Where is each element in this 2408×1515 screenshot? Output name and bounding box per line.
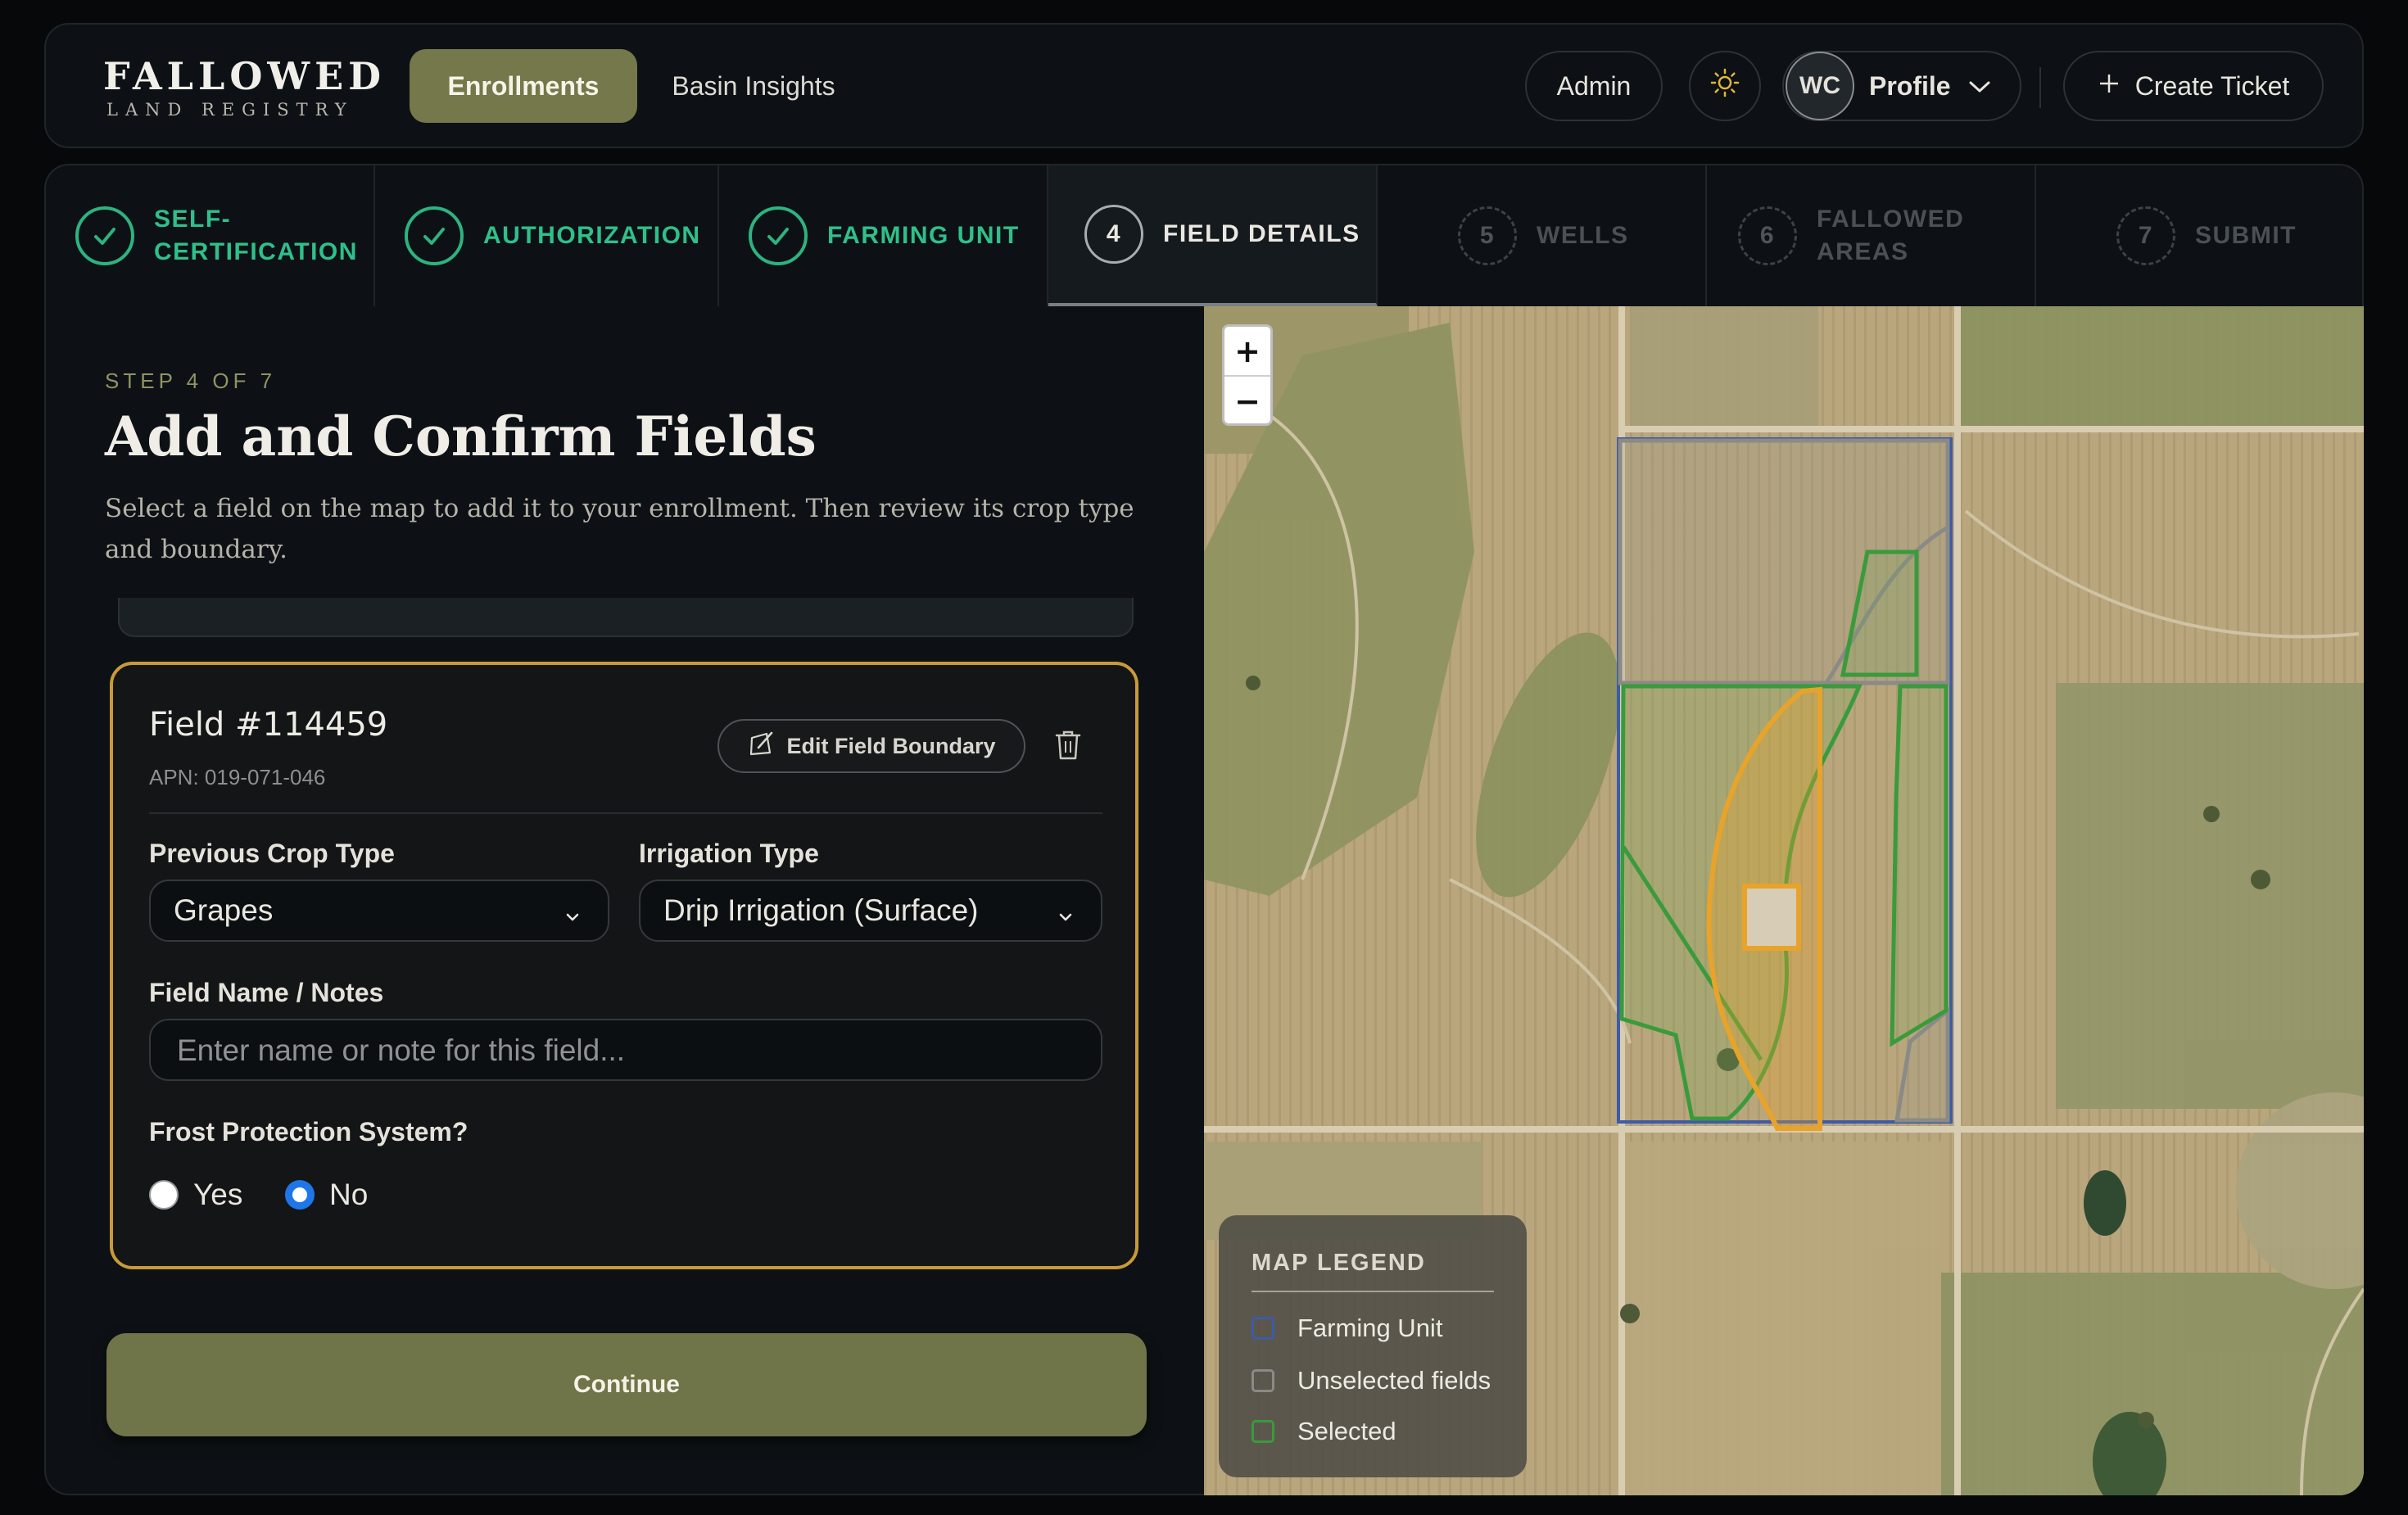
previous-field-card[interactable] (118, 598, 1134, 637)
step-number: 7 (2116, 206, 2175, 265)
zoom-in-button[interactable]: + (1224, 327, 1270, 375)
frost-yes-label: Yes (193, 1178, 243, 1211)
step-farming-unit[interactable]: FARMING UNIT (719, 165, 1048, 306)
plus-icon (2098, 71, 2121, 102)
radio-circle (149, 1180, 179, 1210)
create-ticket-label: Create Ticket (2134, 70, 2290, 101)
frost-no-radio[interactable]: No (285, 1178, 368, 1212)
step-fallowed-areas[interactable]: 6 FALLOWED AREAS (1707, 165, 2036, 306)
legend-divider (1252, 1291, 1494, 1292)
field-card: Field #114459 APN: 019-071-046 Edit Fiel… (110, 662, 1138, 1269)
step-label: FIELD DETAILS (1163, 220, 1360, 247)
field-notes-label: Field Name / Notes (149, 978, 384, 1007)
legend-item-selected: Selected (1252, 1417, 1396, 1446)
nav-basin-insights[interactable]: Basin Insights (655, 49, 852, 123)
map-legend: MAP LEGEND Farming Unit Unselected field… (1219, 1215, 1527, 1477)
trash-icon[interactable] (1053, 729, 1083, 765)
legend-swatch (1252, 1317, 1274, 1340)
irrigation-type-label: Irrigation Type (639, 839, 819, 868)
step-label: FALLOWED AREAS (1817, 206, 1965, 265)
step-label: SELF- CERTIFICATION (154, 206, 358, 265)
step-wells[interactable]: 5 WELLS (1378, 165, 1707, 306)
edit-field-boundary-label: Edit Field Boundary (786, 733, 996, 758)
crop-type-label: Previous Crop Type (149, 839, 395, 868)
step-label: WELLS (1537, 222, 1629, 249)
check-circle-icon (75, 206, 134, 265)
nav-enrollments[interactable]: Enrollments (410, 49, 637, 123)
step-kicker: STEP 4 OF 7 (105, 369, 277, 393)
legend-swatch (1252, 1420, 1274, 1443)
crop-type-select[interactable]: Grapes (149, 880, 609, 942)
step-self-certification[interactable]: SELF- CERTIFICATION (46, 165, 375, 306)
legend-label: Selected (1297, 1417, 1396, 1445)
step-authorization[interactable]: AUTHORIZATION (375, 165, 719, 306)
top-header: FALLOWED LAND REGISTRY Enrollments Basin… (44, 23, 2364, 148)
step-number: 4 (1084, 205, 1143, 264)
sun-icon (1710, 68, 1740, 104)
field-notes-input[interactable] (149, 1019, 1102, 1081)
satellite-map[interactable]: + − MAP LEGEND Farming Unit Unselected f… (1204, 306, 2364, 1495)
check-circle-icon (749, 206, 808, 265)
check-circle-icon (405, 206, 464, 265)
step-number: 6 (1738, 206, 1797, 265)
radio-circle-selected (285, 1180, 315, 1210)
admin-button[interactable]: Admin (1525, 51, 1663, 121)
legend-title: MAP LEGEND (1252, 1250, 1426, 1276)
step-label: FARMING UNIT (827, 222, 1020, 249)
continue-button[interactable]: Continue (106, 1333, 1147, 1436)
step-field-details[interactable]: 4 FIELD DETAILS (1048, 165, 1378, 306)
edit-polygon-icon (747, 730, 775, 763)
theme-toggle-button[interactable] (1689, 51, 1761, 121)
profile-label: Profile (1869, 70, 1951, 101)
profile-menu-button[interactable]: WC Profile (1782, 51, 2021, 121)
frost-yes-radio[interactable]: Yes (149, 1178, 242, 1212)
chevron-down-icon (1055, 901, 1076, 935)
page-title: Add and Confirm Fields (105, 405, 817, 468)
header-divider (2039, 67, 2041, 108)
step-label: AUTHORIZATION (483, 222, 701, 249)
card-divider (149, 812, 1102, 814)
zoom-out-button[interactable]: − (1224, 377, 1270, 423)
frost-protection-label: Frost Protection System? (149, 1117, 468, 1146)
avatar: WC (1786, 52, 1854, 120)
progress-stepper: SELF- CERTIFICATION AUTHORIZATION FARMIN… (44, 164, 2364, 306)
step-submit[interactable]: 7 SUBMIT (2036, 165, 2362, 306)
zoom-control: + − (1222, 324, 1273, 426)
chevron-down-icon (1967, 71, 1992, 102)
create-ticket-button[interactable]: Create Ticket (2063, 51, 2324, 121)
form-panel: STEP 4 OF 7 Add and Confirm Fields Selec… (44, 306, 1204, 1495)
step-label: SUBMIT (2195, 222, 2297, 249)
logo-subtitle: LAND REGISTRY (106, 100, 354, 120)
logo-title[interactable]: FALLOWED (103, 54, 386, 98)
crop-type-value: Grapes (174, 893, 274, 927)
page-subtitle: Select a field on the map to add it to y… (105, 494, 1134, 564)
irrigation-type-value: Drip Irrigation (Surface) (663, 893, 979, 927)
legend-item-farming-unit: Farming Unit (1252, 1314, 1442, 1343)
legend-label: Unselected fields (1297, 1366, 1491, 1395)
field-apn: APN: 019-071-046 (149, 765, 326, 789)
irrigation-type-select[interactable]: Drip Irrigation (Surface) (639, 880, 1102, 942)
edit-field-boundary-button[interactable]: Edit Field Boundary (717, 719, 1025, 773)
legend-item-unselected-fields: Unselected fields (1252, 1366, 1491, 1395)
step-number: 5 (1458, 206, 1517, 265)
chevron-down-icon (562, 901, 583, 935)
legend-label: Farming Unit (1297, 1314, 1443, 1342)
field-title: Field #114459 (149, 706, 388, 744)
frost-no-label: No (329, 1178, 369, 1211)
legend-swatch (1252, 1369, 1274, 1392)
selected-field[interactable] (1890, 684, 1949, 1047)
